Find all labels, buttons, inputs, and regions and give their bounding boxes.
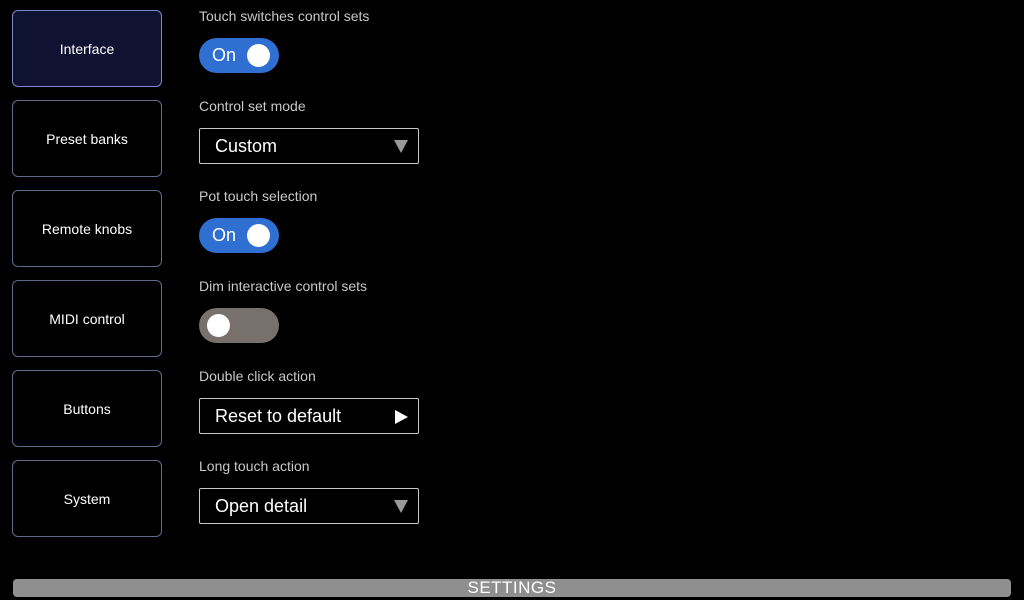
toggle-state-text: On bbox=[212, 225, 237, 245]
double-click-label: Double click action bbox=[199, 368, 316, 384]
double-click-select[interactable]: Reset to default bbox=[199, 398, 419, 434]
sidebar-item-remote-knobs[interactable]: Remote knobs bbox=[12, 190, 162, 267]
sidebar-item-label: System bbox=[63, 490, 111, 507]
dim-interactive-toggle[interactable] bbox=[199, 308, 279, 343]
toggle-knob bbox=[207, 314, 230, 337]
pot-touch-label: Pot touch selection bbox=[199, 188, 318, 204]
toggle-knob bbox=[247, 224, 270, 247]
settings-screen: Interface Preset banks Remote knobs MIDI… bbox=[0, 0, 1024, 600]
touch-switches-label: Touch switches control sets bbox=[199, 8, 370, 24]
toggle-state-text: On bbox=[212, 45, 237, 65]
sidebar-item-preset-banks[interactable]: Preset banks bbox=[12, 100, 162, 177]
sidebar-item-system[interactable]: System bbox=[12, 460, 162, 537]
play-arrow-icon bbox=[395, 410, 408, 424]
sidebar-item-buttons[interactable]: Buttons bbox=[12, 370, 162, 447]
toggle-knob bbox=[247, 44, 270, 67]
sidebar-item-midi-control[interactable]: MIDI control bbox=[12, 280, 162, 357]
chevron-down-icon bbox=[394, 140, 408, 153]
pot-touch-toggle[interactable]: On bbox=[199, 218, 279, 253]
sidebar-item-label: Buttons bbox=[63, 400, 111, 417]
sidebar-item-interface[interactable]: Interface bbox=[12, 10, 162, 87]
touch-switches-toggle[interactable]: On bbox=[199, 38, 279, 73]
long-touch-label: Long touch action bbox=[199, 458, 310, 474]
page-title-bar: SETTINGS bbox=[13, 579, 1011, 597]
control-set-mode-select[interactable]: Custom bbox=[199, 128, 419, 164]
control-set-mode-label: Control set mode bbox=[199, 98, 306, 114]
select-value: Open detail bbox=[215, 496, 308, 516]
long-touch-select[interactable]: Open detail bbox=[199, 488, 419, 524]
sidebar-item-label: MIDI control bbox=[49, 310, 125, 327]
sidebar-item-label: Interface bbox=[59, 40, 115, 57]
chevron-down-icon bbox=[394, 500, 408, 513]
sidebar-item-label: Remote knobs bbox=[41, 220, 133, 237]
dim-interactive-label: Dim interactive control sets bbox=[199, 278, 368, 294]
select-value: Custom bbox=[215, 136, 278, 156]
sidebar-item-label: Preset banks bbox=[46, 130, 128, 147]
page-title: SETTINGS bbox=[467, 578, 557, 597]
select-value: Reset to default bbox=[215, 406, 342, 426]
